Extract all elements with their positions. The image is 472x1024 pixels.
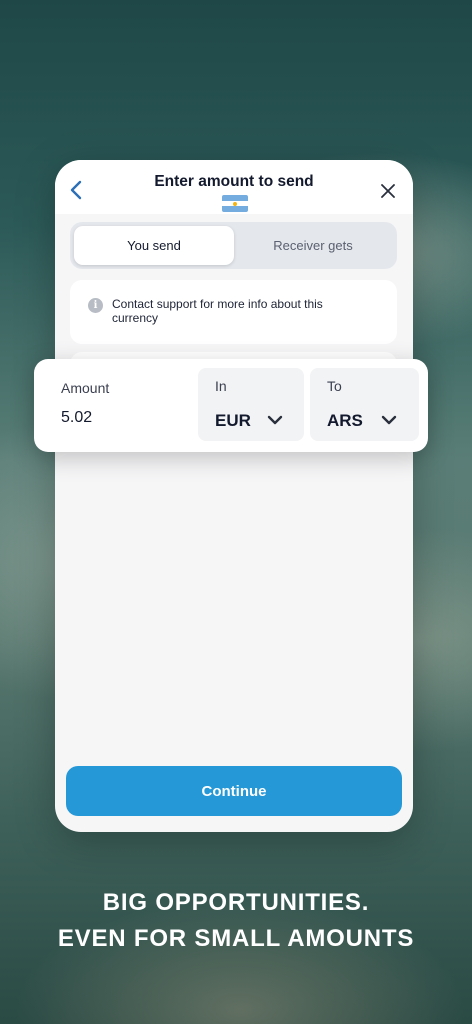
amount-label: Amount [61, 380, 110, 396]
info-text: Contact support for more info about this… [112, 297, 323, 325]
send-amount-card: Enter amount to send You send Receiver g… [55, 160, 413, 832]
chevron-down-icon [381, 415, 397, 425]
close-button[interactable] [377, 180, 399, 202]
tab-you-send[interactable]: You send [74, 226, 234, 265]
page-title: Enter amount to send [154, 173, 314, 190]
continue-button[interactable]: Continue [66, 766, 402, 816]
tab-receiver-gets[interactable]: Receiver gets [233, 226, 393, 265]
chevron-down-icon [267, 415, 283, 425]
info-icon: i [88, 298, 103, 313]
amount-panel: Amount 5.02 In EUR To ARS [34, 359, 428, 452]
from-currency-select[interactable]: In EUR [198, 368, 304, 441]
argentina-flag-icon [222, 195, 248, 212]
send-mode-toggle: You send Receiver gets [70, 222, 397, 269]
currency-info-notice: i Contact support for more info about th… [70, 280, 397, 344]
amount-input[interactable]: 5.02 [61, 409, 92, 427]
card-header: Enter amount to send [55, 160, 413, 214]
to-currency-select[interactable]: To ARS [310, 368, 419, 441]
headline-line-2: EVEN FOR SMALL AMOUNTS [57, 925, 415, 952]
to-currency-value: ARS [327, 411, 363, 430]
in-currency-value: EUR [215, 411, 251, 430]
headline-line-1: BIG OPPORTUNITIES. [102, 889, 370, 916]
in-label: In [215, 378, 227, 394]
to-label: To [327, 378, 342, 394]
promo-headline: BIG OPPORTUNITIES. EVEN FOR SMALL AMOUNT… [0, 885, 472, 957]
close-icon [381, 184, 395, 198]
